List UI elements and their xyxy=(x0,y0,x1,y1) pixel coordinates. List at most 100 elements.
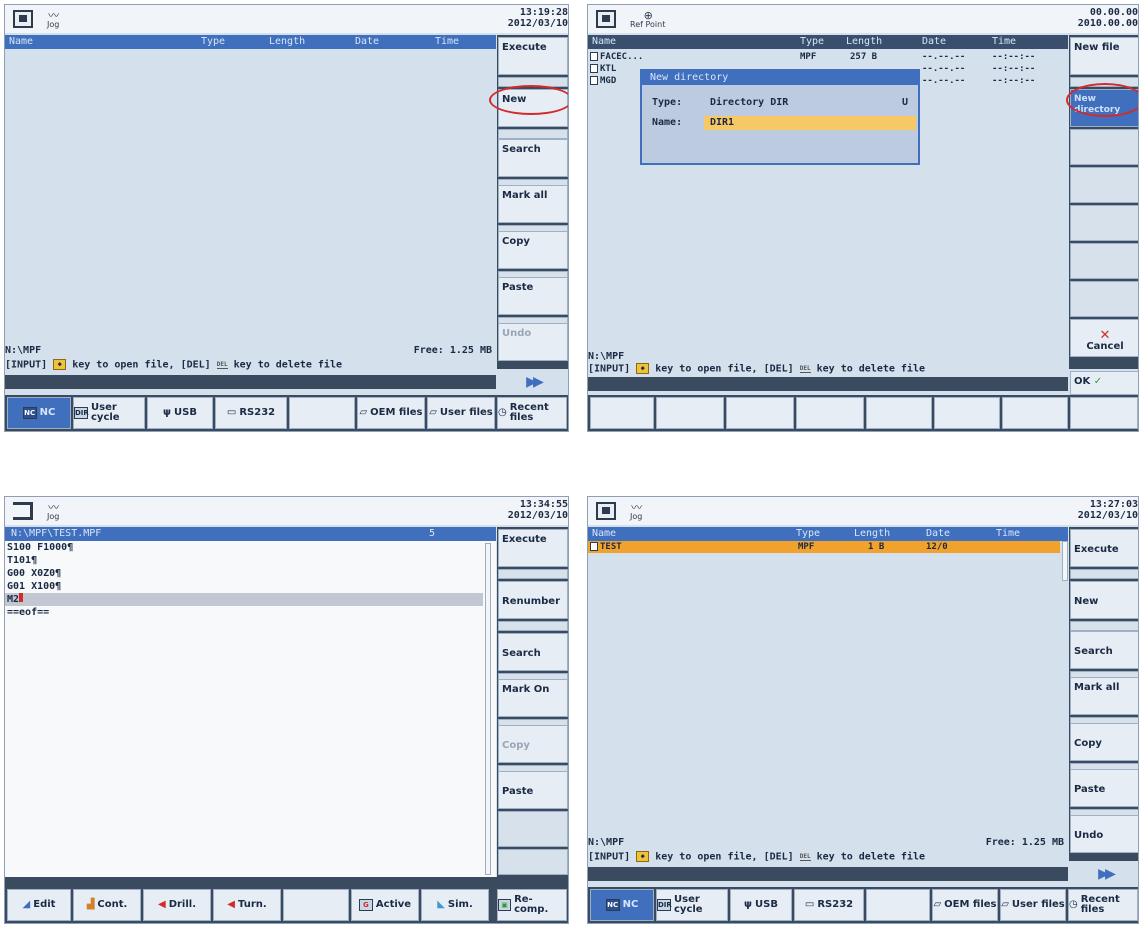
blank-softkey[interactable] xyxy=(1070,205,1138,241)
blank-softkey[interactable] xyxy=(498,811,568,847)
recent-files-softkey[interactable]: ◷ Recent files xyxy=(1068,889,1138,921)
key-hint: [INPUT] ◆ key to open file, [DEL] DEL ke… xyxy=(5,359,342,371)
blank-bottom-softkey[interactable] xyxy=(283,889,349,921)
execute-softkey[interactable]: Execute xyxy=(498,37,568,75)
execute-softkey[interactable]: Execute xyxy=(1070,529,1138,567)
file-row-selected[interactable]: TEST MPF 1 B 12/0 xyxy=(588,541,1060,553)
paste-softkey[interactable]: Paste xyxy=(498,771,568,809)
blank-softkey[interactable] xyxy=(1070,569,1138,579)
next-page-arrows[interactable]: ▶▶ xyxy=(497,369,568,395)
undo-softkey[interactable]: Undo xyxy=(1070,815,1138,853)
blank-bottom-softkey[interactable] xyxy=(796,397,864,429)
col-name: Name xyxy=(592,36,617,47)
user-files-softkey[interactable]: ▱ User files xyxy=(427,397,495,429)
user-cycle-softkey[interactable]: DIR User cycle xyxy=(73,397,145,429)
renumber-softkey[interactable]: Renumber xyxy=(498,581,568,619)
active-softkey[interactable]: G Active xyxy=(351,889,419,921)
rs232-softkey[interactable]: ▭ RS232 xyxy=(215,397,287,429)
clock-icon: ◷ xyxy=(498,407,507,418)
blank-softkey[interactable] xyxy=(1070,167,1138,203)
usb-softkey[interactable]: ψ USB xyxy=(730,889,792,921)
next-page-arrows[interactable]: ▶▶ xyxy=(1069,861,1138,887)
contour-softkey[interactable]: ▟ Cont. xyxy=(73,889,141,921)
nc-softkey[interactable]: NC NC xyxy=(7,397,71,429)
col-type: Type xyxy=(201,36,226,47)
mark-all-softkey[interactable]: Mark all xyxy=(1070,677,1138,715)
blank-bottom-softkey[interactable] xyxy=(656,397,724,429)
editor-area[interactable]: S100 F1000¶ T101¶ G00 X0Z0¶ G01 X100¶ M2… xyxy=(5,541,496,877)
current-line-highlight xyxy=(5,593,483,606)
new-directory-dialog: New directory Type: Directory DIR U Name… xyxy=(640,69,920,165)
vertical-softkeys: Execute New Search Mark all Copy Paste U… xyxy=(1069,527,1138,861)
file-list-scrollbar[interactable] xyxy=(1062,541,1068,581)
mark-all-softkey[interactable]: Mark all xyxy=(498,185,568,223)
blank-bottom-softkey[interactable] xyxy=(934,397,1000,429)
bracket-icon xyxy=(13,502,33,520)
code-line-current[interactable]: M2 xyxy=(7,593,24,606)
oem-files-softkey[interactable]: ▱ OEM files xyxy=(357,397,425,429)
recent-files-softkey[interactable]: ◷ Recent files xyxy=(497,397,567,429)
horizontal-softkeys: NC NC DIR User cycle ψ USB ▭ RS232 ▱ OEM file… xyxy=(5,395,568,431)
code-line[interactable]: G01 X100¶ xyxy=(7,580,61,593)
usb-softkey[interactable]: ψ USB xyxy=(147,397,213,429)
nc-softkey[interactable]: NC NC xyxy=(590,889,654,921)
cycle-icon: DIR xyxy=(657,899,672,911)
undo-softkey[interactable]: Undo xyxy=(498,323,568,361)
turn-softkey[interactable]: ◀ Turn. xyxy=(213,889,281,921)
new-file-softkey[interactable]: New file xyxy=(1070,37,1138,75)
search-softkey[interactable]: Search xyxy=(498,633,568,671)
vertical-softkeys: Execute Renumber Search Mark On Copy Pas… xyxy=(497,527,568,877)
blank-bottom-softkey[interactable] xyxy=(726,397,794,429)
code-line[interactable]: S100 F1000¶ xyxy=(7,541,73,554)
blank-softkey[interactable] xyxy=(1070,621,1138,631)
editor-scrollbar[interactable] xyxy=(485,543,491,875)
del-key-icon: DEL xyxy=(799,852,811,861)
blank-softkey[interactable] xyxy=(1070,281,1138,317)
type-label: Type: xyxy=(652,97,683,108)
user-files-softkey[interactable]: ▱ User files xyxy=(1000,889,1066,921)
oem-files-softkey[interactable]: ▱ OEM files xyxy=(932,889,998,921)
blank-bottom-softkey[interactable] xyxy=(1070,397,1138,429)
recompile-softkey[interactable]: ▣ Re- comp. xyxy=(497,889,567,921)
paste-softkey[interactable]: Paste xyxy=(1070,769,1138,807)
code-line[interactable]: ==eof== xyxy=(7,606,49,619)
blank-bottom-softkey[interactable] xyxy=(866,397,932,429)
execute-softkey[interactable]: Execute xyxy=(498,529,568,567)
search-softkey[interactable]: Search xyxy=(1070,631,1138,669)
blank-softkey[interactable] xyxy=(498,849,568,875)
copy-softkey[interactable]: Copy xyxy=(498,231,568,269)
drill-softkey[interactable]: ◀ Drill. xyxy=(143,889,211,921)
copy-softkey[interactable]: Copy xyxy=(498,725,568,763)
blank-softkey[interactable] xyxy=(1070,129,1138,165)
blank-bottom-softkey[interactable] xyxy=(866,889,930,921)
name-value[interactable]: DIR1 xyxy=(710,117,734,128)
blank-softkey[interactable] xyxy=(1070,243,1138,279)
blank-bottom-softkey[interactable] xyxy=(590,397,654,429)
search-softkey[interactable]: Search xyxy=(498,139,568,177)
type-value[interactable]: Directory DIR xyxy=(710,97,788,108)
user-cycle-softkey[interactable]: DIR User cycle xyxy=(656,889,728,921)
name-field[interactable] xyxy=(704,116,916,130)
code-line[interactable]: T101¶ xyxy=(7,554,37,567)
blank-bottom-softkey[interactable] xyxy=(1002,397,1068,429)
ok-softkey[interactable]: OK ✓ xyxy=(1070,371,1138,395)
blank-softkey[interactable] xyxy=(498,621,568,631)
copy-softkey[interactable]: Copy xyxy=(1070,723,1138,761)
type-toggle-marker[interactable]: U xyxy=(902,97,908,108)
file-row[interactable]: FACEC... MPF 257 B --.--.-- --:--:-- xyxy=(588,51,1068,63)
free-space: Free: 1.25 MB xyxy=(413,345,492,356)
rs232-softkey[interactable]: ▭ RS232 xyxy=(794,889,864,921)
col-time: Time xyxy=(996,528,1021,539)
blank-bottom-softkey[interactable] xyxy=(289,397,355,429)
edit-softkey[interactable]: ◢ Edit xyxy=(7,889,71,921)
mark-on-softkey[interactable]: Mark On xyxy=(498,679,568,717)
blank-softkey[interactable] xyxy=(498,569,568,579)
screen-program-editor: 〰 Jog 13:34:55 2012/03/10 N:\MPF\TEST.MPF … xyxy=(4,496,569,924)
new-softkey[interactable]: New xyxy=(1070,581,1138,619)
cancel-softkey[interactable]: ✕ Cancel xyxy=(1070,319,1138,357)
code-line[interactable]: G00 X0Z0¶ xyxy=(7,567,61,580)
paste-softkey[interactable]: Paste xyxy=(498,277,568,315)
simulation-softkey[interactable]: ◣ Sim. xyxy=(421,889,489,921)
blank-softkey[interactable] xyxy=(498,129,568,139)
free-space: Free: 1.25 MB xyxy=(985,837,1064,848)
